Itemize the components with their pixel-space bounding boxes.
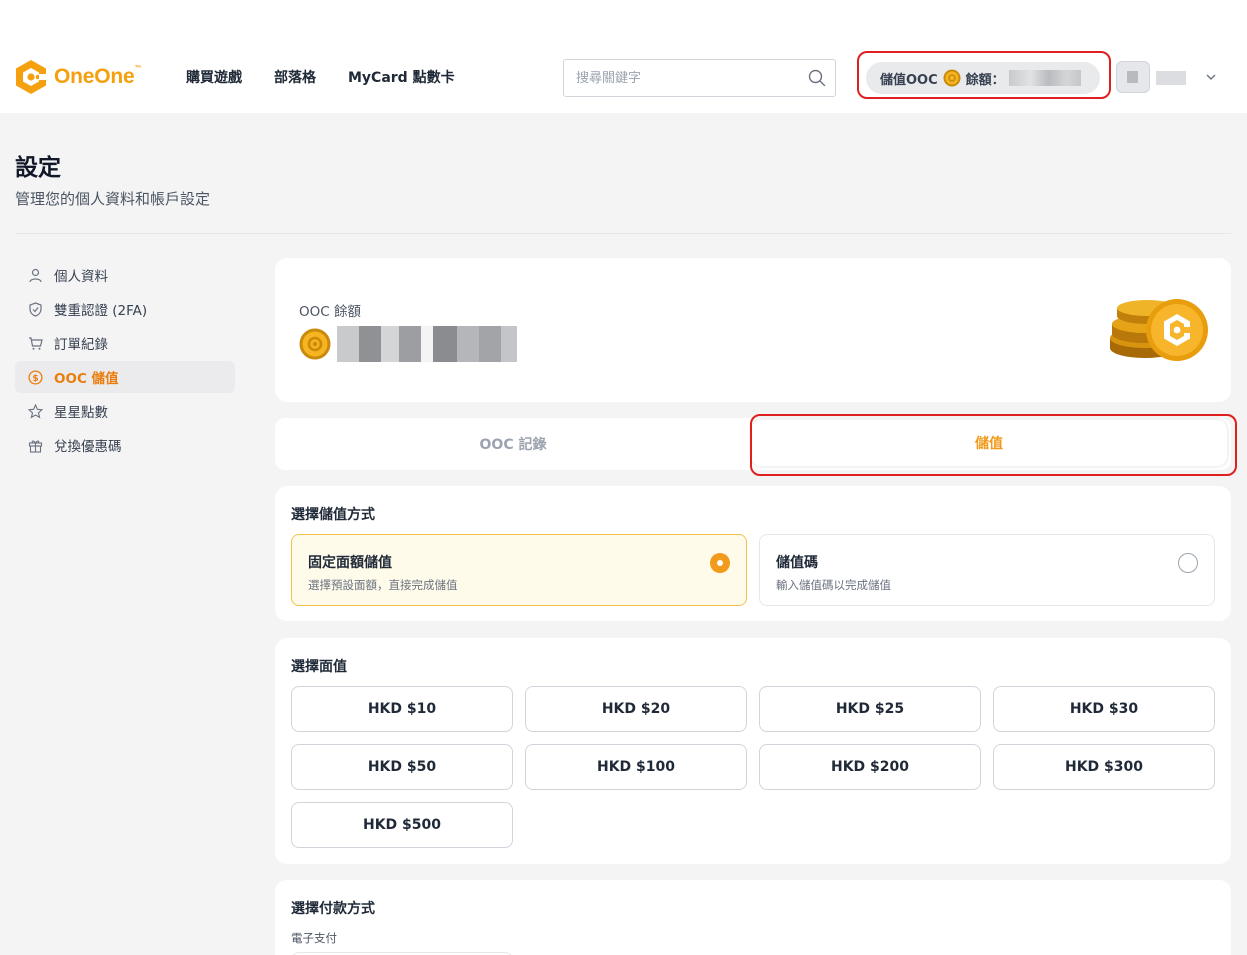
logo-text: OneOne™ [54, 65, 142, 88]
option-desc: 輸入儲值碼以完成儲值 [776, 578, 891, 592]
sidebar-item-orders[interactable]: 訂單紀錄 [15, 327, 235, 359]
sidebar-item-label: 訂單紀錄 [54, 337, 108, 353]
amount-option-hkd-200[interactable]: HKD $200 [759, 744, 981, 790]
nav-buy-games[interactable]: 購買遊戲 [186, 67, 242, 87]
cart-icon [27, 335, 43, 351]
main-nav: 購買遊戲 部落格 MyCard 點數卡 [186, 67, 455, 87]
shield-icon [27, 301, 43, 317]
amount-option-hkd-500[interactable]: HKD $500 [291, 802, 513, 848]
sidebar-item-label: OOC 儲值 [54, 371, 119, 387]
search-icon[interactable] [808, 69, 826, 87]
ooc-balance-label: OOC 餘額 [299, 304, 361, 320]
balance-value-redacted [1008, 70, 1081, 86]
balance-label: 餘額： [965, 72, 1005, 88]
method-option-topup-code[interactable]: 儲值碼 輸入儲值碼以完成儲值 [759, 534, 1215, 606]
tab-ooc-records[interactable]: OOC 記錄 [275, 418, 751, 470]
star-icon [27, 403, 43, 419]
topup-label: 儲值OOC [880, 72, 938, 88]
amount-option-hkd-300[interactable]: HKD $300 [993, 744, 1215, 790]
option-title: 固定面額儲值 [308, 555, 392, 571]
user-icon [27, 267, 43, 283]
username-redacted [1156, 71, 1186, 85]
site-header: OneOne™ 購買遊戲 部落格 MyCard 點數卡 儲值OOC 餘額： [0, 42, 1247, 113]
ooc-coin-icon [943, 69, 961, 87]
gift-icon [27, 437, 43, 453]
option-title: 儲值碼 [776, 555, 818, 571]
sidebar-item-label: 星星點數 [54, 405, 108, 421]
sidebar-item-label: 雙重認證 (2FA) [54, 303, 148, 319]
sidebar-item-label: 兌換優惠碼 [54, 439, 122, 455]
ooc-balance-value [299, 326, 517, 362]
amount-option-hkd-100[interactable]: HKD $100 [525, 744, 747, 790]
payment-card: 選擇付款方式 電子支付 [275, 880, 1231, 955]
nav-mycard[interactable]: MyCard 點數卡 [348, 67, 455, 87]
settings-sidebar: 個人資料 雙重認證 (2FA) 訂單紀錄 $ OOC 儲值 星星點數 兌換優惠碼 [15, 259, 235, 463]
tab-topup[interactable]: 儲值 [751, 420, 1227, 466]
sidebar-item-ooc-topup[interactable]: $ OOC 儲值 [15, 361, 235, 393]
svg-text:$: $ [32, 373, 38, 383]
ooc-balance-card: OOC 餘額 [275, 258, 1231, 402]
nav-blog[interactable]: 部落格 [274, 67, 316, 87]
search-input[interactable] [564, 60, 794, 96]
topup-balance-pill[interactable]: 儲值OOC 餘額： [866, 62, 1100, 94]
amount-option-hkd-10[interactable]: HKD $10 [291, 686, 513, 732]
sidebar-item-profile[interactable]: 個人資料 [15, 259, 235, 291]
avatar[interactable] [1116, 61, 1150, 93]
sidebar-item-label: 個人資料 [54, 269, 108, 285]
radio-selected[interactable] [710, 553, 730, 573]
page-title: 設定 [15, 155, 61, 181]
logo[interactable]: OneOne™ [14, 59, 141, 95]
amount-option-hkd-20[interactable]: HKD $20 [525, 686, 747, 732]
oneone-logo-icon [16, 60, 47, 94]
ooc-tabs: OOC 記錄 儲值 [275, 418, 1231, 470]
topup-method-card: 選擇儲值方式 固定面額儲值 選擇預設面額，直接完成儲值 儲值碼 輸入儲值碼以完成… [275, 486, 1231, 621]
coin-stack-icon [1110, 299, 1208, 361]
amount-option-hkd-50[interactable]: HKD $50 [291, 744, 513, 790]
amount-card: 選擇面值 HKD $10 HKD $20 HKD $25 HKD $30 HKD… [275, 638, 1231, 864]
radio-unselected[interactable] [1178, 553, 1198, 573]
top-blank-strip [0, 0, 1247, 42]
search-box [563, 59, 836, 97]
sidebar-item-star-points[interactable]: 星星點數 [15, 395, 235, 427]
sidebar-item-redeem-code[interactable]: 兌換優惠碼 [15, 429, 235, 461]
amount-option-hkd-30[interactable]: HKD $30 [993, 686, 1215, 732]
ooc-coin-icon [299, 328, 331, 360]
sidebar-item-2fa[interactable]: 雙重認證 (2FA) [15, 293, 235, 325]
amount-section-title: 選擇面值 [291, 659, 347, 675]
page-subtitle: 管理您的個人資料和帳戶設定 [15, 190, 211, 208]
balance-amount-redacted [337, 326, 517, 362]
chevron-down-icon[interactable] [1204, 70, 1218, 84]
payment-subtitle: 電子支付 [291, 931, 337, 945]
option-desc: 選擇預設面額，直接完成儲值 [308, 578, 458, 592]
amount-option-hkd-25[interactable]: HKD $25 [759, 686, 981, 732]
divider [15, 233, 1231, 234]
dollar-circle-icon: $ [27, 369, 43, 385]
method-option-fixed-amount[interactable]: 固定面額儲值 選擇預設面額，直接完成儲值 [291, 534, 747, 606]
payment-section-title: 選擇付款方式 [291, 901, 375, 917]
method-section-title: 選擇儲值方式 [291, 507, 375, 523]
